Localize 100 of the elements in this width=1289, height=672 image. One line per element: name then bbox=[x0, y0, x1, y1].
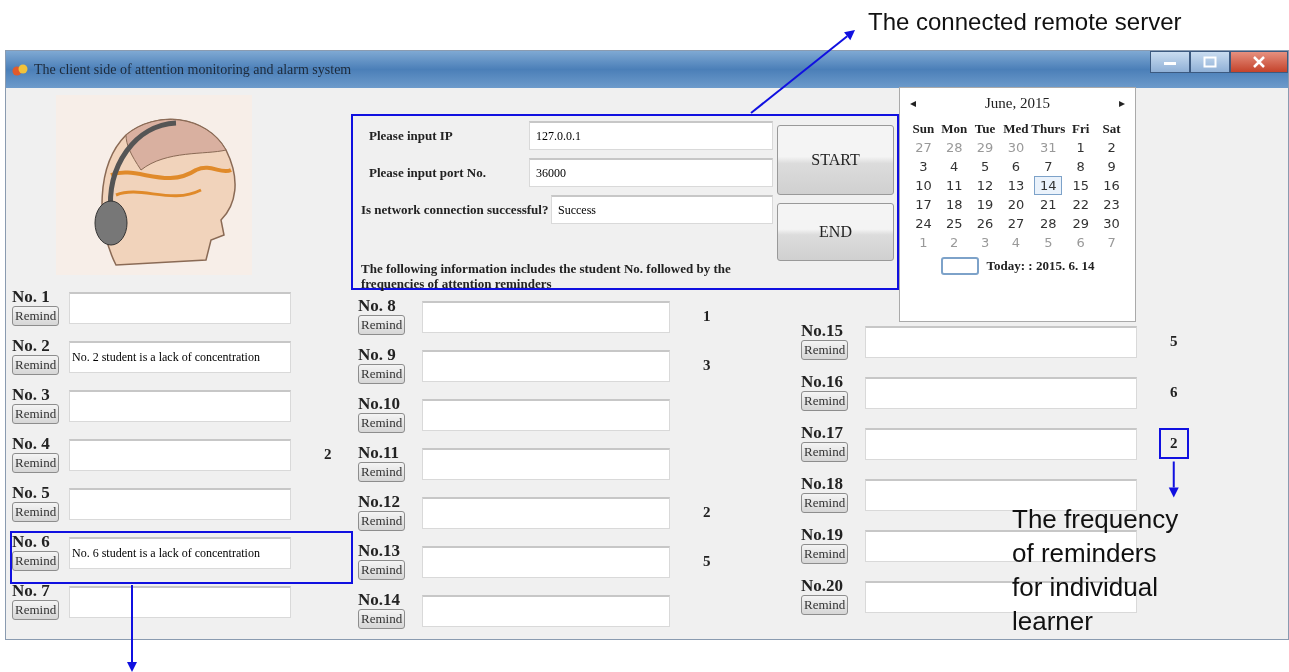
message-field[interactable] bbox=[69, 292, 291, 324]
calendar-day[interactable]: 5 bbox=[972, 157, 998, 176]
student-label: No.11 bbox=[358, 444, 400, 462]
calendar-day[interactable]: 1 bbox=[1068, 138, 1094, 157]
remind-button[interactable]: Remind bbox=[358, 413, 406, 433]
message-field[interactable] bbox=[69, 439, 291, 471]
remind-button[interactable]: Remind bbox=[358, 609, 406, 629]
calendar-day[interactable]: 3 bbox=[911, 157, 936, 176]
calendar-day[interactable]: 21 bbox=[1034, 195, 1063, 214]
remind-button[interactable]: Remind bbox=[801, 544, 849, 564]
reminder-count: 3 bbox=[702, 356, 712, 375]
message-field[interactable] bbox=[69, 488, 291, 520]
end-button[interactable]: END bbox=[777, 203, 894, 261]
minimize-button[interactable] bbox=[1150, 51, 1190, 73]
input-field[interactable]: Success bbox=[551, 195, 773, 224]
remind-button[interactable]: Remind bbox=[12, 306, 60, 326]
message-field[interactable]: No. 2 student is a lack of concentration bbox=[69, 341, 291, 373]
message-field[interactable] bbox=[422, 399, 670, 431]
calendar-day[interactable]: 22 bbox=[1068, 195, 1094, 214]
calendar-day[interactable]: 13 bbox=[1003, 176, 1029, 195]
field-label: Please input port No. bbox=[369, 165, 487, 180]
remind-button[interactable]: Remind bbox=[12, 404, 60, 424]
calendar-day[interactable]: 4 bbox=[941, 157, 967, 176]
message-field[interactable]: No. 6 student is a lack of concentration bbox=[69, 537, 291, 569]
student-label: No.10 bbox=[358, 395, 401, 413]
calendar-day[interactable]: 30 bbox=[1099, 214, 1124, 233]
message-field[interactable] bbox=[69, 390, 291, 422]
weekday-label: Sun bbox=[911, 119, 936, 138]
message-field[interactable] bbox=[865, 428, 1137, 460]
weekday-label: Med bbox=[1002, 119, 1030, 138]
callout-text: The frequency of reminders for individual learner bbox=[1012, 502, 1180, 638]
message-field[interactable] bbox=[422, 546, 670, 578]
calendar-day[interactable]: 19 bbox=[972, 195, 998, 214]
message-field[interactable] bbox=[422, 448, 670, 480]
remind-button[interactable]: Remind bbox=[358, 511, 406, 531]
today-label[interactable]: Today: : 2015. 6. 14 bbox=[986, 256, 1095, 276]
calendar-day[interactable]: 15 bbox=[1068, 176, 1094, 195]
message-field[interactable] bbox=[865, 479, 1137, 511]
remind-button[interactable]: Remind bbox=[12, 355, 60, 375]
message-field[interactable] bbox=[422, 595, 670, 627]
next-month-button[interactable]: ▸ bbox=[1117, 97, 1127, 110]
student-label: No.14 bbox=[358, 591, 401, 609]
calendar-day[interactable]: 14 bbox=[1034, 176, 1063, 195]
remind-button[interactable]: Remind bbox=[801, 340, 849, 360]
calendar-day[interactable]: 8 bbox=[1068, 157, 1094, 176]
calendar-day[interactable]: 10 bbox=[911, 176, 936, 195]
calendar-day[interactable]: 29 bbox=[1068, 214, 1094, 233]
close-button[interactable] bbox=[1230, 51, 1288, 73]
calendar-day[interactable]: 16 bbox=[1099, 176, 1124, 195]
weekday-label: Tue bbox=[973, 119, 997, 138]
message-field[interactable] bbox=[422, 497, 670, 529]
close-icon bbox=[1252, 56, 1266, 68]
reminder-count: 2 bbox=[323, 445, 333, 464]
calendar-day[interactable]: 7 bbox=[1034, 157, 1063, 176]
student-label: No. 6 bbox=[12, 533, 50, 551]
calendar-day[interactable]: 26 bbox=[972, 214, 998, 233]
message-field[interactable] bbox=[865, 326, 1137, 358]
remind-button[interactable]: Remind bbox=[801, 493, 849, 513]
start-button[interactable]: START bbox=[777, 125, 894, 195]
message-field[interactable] bbox=[69, 586, 291, 618]
input-field[interactable]: 36000 bbox=[529, 158, 773, 187]
weekday-label: Mon bbox=[940, 119, 969, 138]
remind-button[interactable]: Remind bbox=[358, 315, 406, 335]
message-field[interactable] bbox=[422, 301, 670, 333]
calendar-month: June, 2015 bbox=[985, 94, 1050, 113]
calendar-day[interactable]: 6 bbox=[1003, 157, 1029, 176]
window-title: The client side of attention monitoring and alarm system bbox=[34, 61, 352, 79]
reminder-count: 5 bbox=[702, 552, 712, 571]
remind-button[interactable]: Remind bbox=[12, 551, 60, 571]
remind-button[interactable]: Remind bbox=[358, 364, 406, 384]
calendar-day[interactable]: 25 bbox=[941, 214, 967, 233]
remind-button[interactable]: Remind bbox=[801, 595, 849, 615]
remind-button[interactable]: Remind bbox=[801, 391, 849, 411]
message-field[interactable] bbox=[422, 350, 670, 382]
calendar-day[interactable]: 11 bbox=[941, 176, 967, 195]
reminder-count: 2 bbox=[702, 503, 712, 522]
calendar-day[interactable]: 27 bbox=[1003, 214, 1029, 233]
weekday-label: Thurs bbox=[1031, 119, 1066, 138]
calendar-day[interactable]: 20 bbox=[1003, 195, 1029, 214]
remind-button[interactable]: Remind bbox=[12, 600, 60, 620]
remind-button[interactable]: Remind bbox=[12, 502, 60, 522]
weekday-label: Sat bbox=[1101, 119, 1122, 138]
remind-button[interactable]: Remind bbox=[12, 453, 60, 473]
prev-month-button[interactable]: ◂ bbox=[908, 97, 918, 110]
input-field[interactable]: 127.0.0.1 bbox=[529, 121, 773, 150]
maximize-button[interactable] bbox=[1190, 51, 1230, 73]
weekday-label: Fri bbox=[1071, 119, 1091, 138]
calendar-day[interactable]: 12 bbox=[972, 176, 998, 195]
remind-button[interactable]: Remind bbox=[358, 560, 406, 580]
calendar-day[interactable]: 23 bbox=[1099, 195, 1124, 214]
student-label: No. 9 bbox=[358, 346, 396, 364]
calendar-day[interactable]: 24 bbox=[911, 214, 936, 233]
calendar-day[interactable]: 28 bbox=[1034, 214, 1063, 233]
remind-button[interactable]: Remind bbox=[801, 442, 849, 462]
calendar-day[interactable]: 17 bbox=[911, 195, 936, 214]
remind-button[interactable]: Remind bbox=[358, 462, 406, 482]
message-field[interactable] bbox=[865, 377, 1137, 409]
calendar-day[interactable]: 18 bbox=[941, 195, 967, 214]
calendar-day[interactable]: 9 bbox=[1099, 157, 1124, 176]
calendar-day[interactable]: 2 bbox=[1099, 138, 1124, 157]
